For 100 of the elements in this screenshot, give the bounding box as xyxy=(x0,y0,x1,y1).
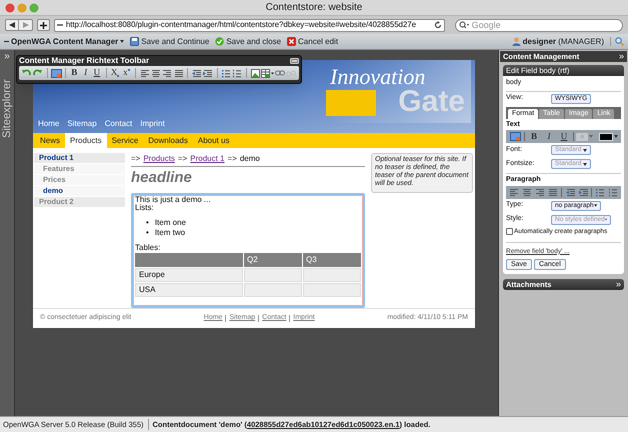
url-text: http://localhost:8080/plugin-contentmanager/html/contentstore?dbkey=website#website/4028855d27e xyxy=(66,20,416,30)
editor-text: Lists: xyxy=(135,204,155,212)
align-right-icon xyxy=(536,188,544,196)
indent-button[interactable] xyxy=(577,186,590,198)
justify-icon xyxy=(549,188,558,196)
align-right-icon xyxy=(163,68,172,78)
indent-button[interactable] xyxy=(202,67,214,79)
underline-button[interactable]: U xyxy=(557,130,571,142)
justify-button[interactable] xyxy=(547,186,560,198)
header-cell: Q3 xyxy=(303,253,361,267)
bold-button[interactable]: B xyxy=(68,67,80,79)
bullets-button[interactable] xyxy=(594,186,606,198)
window-controls-icon xyxy=(5,2,39,12)
superscript-button[interactable]: x xyxy=(120,67,132,79)
plus-icon xyxy=(40,22,47,28)
bulleted-list-icon xyxy=(596,188,604,196)
chain-link-icon xyxy=(274,70,285,76)
numbered-list-icon xyxy=(233,68,242,78)
subscript-button[interactable]: X xyxy=(109,67,121,79)
justify-button[interactable] xyxy=(172,67,184,79)
search-icon xyxy=(458,20,469,28)
headline: headline xyxy=(131,168,193,188)
table-cell xyxy=(244,283,302,297)
numbers-button[interactable] xyxy=(232,67,244,79)
caret-icon xyxy=(120,40,124,43)
top-link[interactable]: Home xyxy=(38,118,60,130)
breadcrumb-link[interactable]: Product 1 xyxy=(190,153,225,165)
caret-icon xyxy=(614,135,618,138)
address-bar[interactable]: http://localhost:8080/plugin-contentmanager/html/contentstore?dbkey=website#website/4028855d27e xyxy=(54,18,445,32)
outdent-button[interactable] xyxy=(191,67,202,79)
header-cell: Q2 xyxy=(244,253,302,267)
image-icon xyxy=(50,68,62,78)
align-center-icon xyxy=(152,68,160,78)
caret-icon xyxy=(583,148,587,152)
align-center-icon xyxy=(523,188,532,196)
bullet-marker: • xyxy=(146,218,149,228)
numbers-button[interactable] xyxy=(606,186,619,198)
nav-tab[interactable]: Products xyxy=(65,133,107,148)
checkbox[interactable] xyxy=(506,228,513,235)
add-bookmark-button[interactable] xyxy=(37,19,50,31)
indent-icon xyxy=(578,188,588,196)
top-link[interactable]: Contact xyxy=(104,118,132,130)
nav-tab[interactable]: Downloads xyxy=(143,133,193,148)
breadcrumb-separator: => xyxy=(228,153,237,165)
underline-button[interactable]: U xyxy=(91,67,103,79)
table-cell xyxy=(244,268,302,282)
table-button[interactable] xyxy=(261,67,274,79)
outdent-icon xyxy=(566,188,574,196)
align-right-button[interactable] xyxy=(162,67,173,79)
expand-button[interactable]: » xyxy=(4,52,10,62)
align-left-button[interactable] xyxy=(138,67,150,79)
rich-text-editor[interactable]: This is just a demo ... Lists: • Item one • Item two Tables: Q2 Q3 Europe USA xyxy=(131,193,365,308)
numbered-list-icon xyxy=(608,188,617,196)
toolbar-title: Content Manager Richtext Toolbar xyxy=(19,55,150,67)
image-button[interactable] xyxy=(50,67,62,79)
bold-button[interactable]: B xyxy=(527,130,541,142)
align-center-button[interactable] xyxy=(521,186,534,198)
reload-icon xyxy=(434,21,442,29)
italic-button[interactable]: I xyxy=(80,67,92,79)
collapse-button[interactable]: » xyxy=(618,52,624,61)
align-left-icon xyxy=(510,188,518,196)
editor-text: This is just a demo ... xyxy=(135,196,212,204)
align-left-button[interactable] xyxy=(508,186,520,198)
image-button[interactable] xyxy=(508,130,522,142)
nav-tab[interactable]: About us xyxy=(192,133,234,148)
toolbar-action[interactable]: Save and close xyxy=(215,36,282,48)
window-title: Contentstore: website xyxy=(266,1,362,15)
top-link[interactable]: Sitemap xyxy=(67,118,97,130)
bullets-button[interactable] xyxy=(220,67,232,79)
list-item: Item one xyxy=(154,218,186,228)
table-cell: USA xyxy=(135,283,243,297)
bulleted-list-icon xyxy=(222,68,230,78)
expand-button[interactable]: » xyxy=(616,280,621,290)
align-center-button[interactable] xyxy=(150,67,162,79)
outdent-button[interactable] xyxy=(564,186,576,198)
breadcrumb-link[interactable]: Products xyxy=(143,153,175,165)
forward-icon xyxy=(22,22,28,28)
siteexplorer-tab[interactable]: Siteexplorer xyxy=(1,68,13,138)
nav-tab[interactable]: Service xyxy=(106,133,144,148)
user-name: designer (MANAGER) xyxy=(522,36,604,48)
toolbar-action[interactable]: Save and Continue xyxy=(130,36,210,48)
italic-button[interactable]: I xyxy=(542,130,556,142)
toolbar-action[interactable]: Cancel edit xyxy=(287,36,338,48)
align-right-button[interactable] xyxy=(534,186,546,198)
search-icon xyxy=(615,37,624,46)
outdent-icon xyxy=(192,68,202,78)
check-circle-icon xyxy=(215,37,224,46)
content-manager-menu[interactable]: OpenWGA Content Manager xyxy=(4,36,124,48)
color-picker[interactable] xyxy=(599,132,619,141)
user-icon xyxy=(512,37,521,46)
list-item: Item two xyxy=(154,228,186,238)
image-icon xyxy=(510,132,520,141)
picture-icon xyxy=(251,68,260,78)
search-field[interactable]: Google xyxy=(454,18,623,32)
picture-button[interactable] xyxy=(250,67,262,79)
nav-tab[interactable]: News xyxy=(35,133,66,148)
caret-icon xyxy=(589,135,593,138)
breadcrumb-separator: => xyxy=(131,153,140,165)
search-button[interactable] xyxy=(610,37,624,46)
bullet-marker: • xyxy=(146,228,149,238)
